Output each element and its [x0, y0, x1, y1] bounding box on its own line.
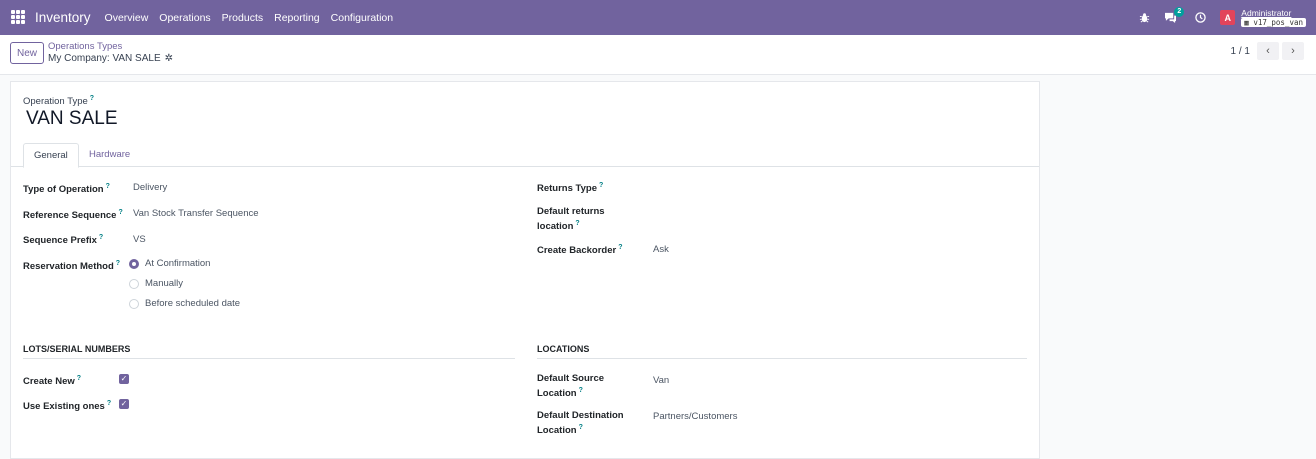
user-name: Administrator [1241, 7, 1292, 18]
tab-hardware[interactable]: Hardware [79, 143, 140, 167]
control-panel: New Operations Types My Company: VAN SAL… [0, 35, 1316, 75]
help-icon[interactable]: ? [99, 234, 103, 241]
tabs: General Hardware [11, 143, 1039, 168]
help-icon[interactable]: ? [599, 182, 603, 189]
radio-icon[interactable] [129, 298, 139, 309]
create-new-label: Create New? [23, 375, 82, 388]
create-new-checkbox[interactable]: ✓ [119, 374, 129, 384]
tab-general[interactable]: General [23, 143, 79, 168]
apps-menu-icon[interactable] [11, 10, 26, 25]
db-badge: ▦ v17_pos_van [1241, 17, 1306, 27]
help-icon[interactable]: ? [90, 95, 94, 102]
pager-value[interactable]: 1 / 1 [1231, 46, 1250, 57]
help-icon[interactable]: ? [575, 220, 579, 227]
breadcrumb-current: My Company: VAN SALE ✲ [48, 53, 174, 65]
default-source-location-value[interactable]: Van [653, 375, 669, 387]
use-existing-checkbox[interactable]: ✓ [119, 399, 129, 409]
gear-icon[interactable]: ✲ [165, 53, 173, 65]
reservation-method-label: Reservation Method? [23, 260, 121, 273]
page-title[interactable]: VAN SALE [26, 108, 118, 130]
form-sheet: Operation Type? VAN SALE General Hardwar… [10, 81, 1040, 459]
reference-sequence-value[interactable]: Van Stock Transfer Sequence [133, 208, 259, 220]
create-backorder-label: Create Backorder? [537, 244, 623, 257]
lots-section-title: LOTS/SERIAL NUMBERS [23, 344, 515, 359]
chat-badge: 2 [1174, 7, 1185, 17]
default-destination-location-value[interactable]: Partners/Customers [653, 411, 737, 423]
radio-checked-icon[interactable] [129, 258, 139, 269]
default-returns-location-label: Default returns location? [537, 206, 605, 233]
menu-reporting[interactable]: Reporting [274, 12, 320, 24]
returns-type-label: Returns Type? [537, 182, 604, 195]
chevron-right-icon[interactable]: › [1282, 42, 1304, 60]
breadcrumb: Operations Types My Company: VAN SALE ✲ [48, 41, 173, 65]
radio-before-scheduled-date[interactable]: Before scheduled date [129, 298, 240, 309]
breadcrumb-parent[interactable]: Operations Types [48, 41, 173, 53]
user-menu[interactable]: Administrator ▦ v17_pos_van [1241, 7, 1306, 27]
operation-type-label: Operation Type? [23, 95, 95, 108]
clock-icon[interactable] [1195, 12, 1207, 23]
menu-operations[interactable]: Operations [159, 12, 210, 24]
help-icon[interactable]: ? [618, 244, 622, 251]
reference-sequence-label: Reference Sequence? [23, 209, 123, 222]
help-icon[interactable]: ? [579, 387, 583, 394]
radio-icon[interactable] [129, 278, 139, 289]
chat-icon[interactable]: 2 [1164, 7, 1185, 23]
bug-icon[interactable] [1139, 12, 1150, 23]
menu-overview[interactable]: Overview [105, 12, 149, 24]
app-name[interactable]: Inventory [35, 10, 91, 25]
avatar[interactable]: A [1220, 10, 1236, 25]
help-icon[interactable]: ? [77, 375, 81, 382]
help-icon[interactable]: ? [106, 183, 110, 190]
help-icon[interactable]: ? [107, 400, 111, 407]
chevron-left-icon[interactable]: ‹ [1257, 42, 1279, 60]
help-icon[interactable]: ? [116, 260, 120, 267]
new-button[interactable]: New [10, 42, 45, 64]
create-backorder-value[interactable]: Ask [653, 244, 669, 256]
help-icon[interactable]: ? [118, 209, 122, 216]
locations-section-title: LOCATIONS [537, 344, 1027, 359]
menu-configuration[interactable]: Configuration [331, 12, 393, 24]
type-of-operation-label: Type of Operation? [23, 183, 110, 196]
help-icon[interactable]: ? [579, 424, 583, 431]
type-of-operation-value[interactable]: Delivery [133, 182, 167, 194]
menu-products[interactable]: Products [222, 12, 263, 24]
top-navbar: Inventory Overview Operations Products R… [0, 0, 1316, 35]
pager: 1 / 1 ‹ › [1231, 42, 1304, 60]
sequence-prefix-label: Sequence Prefix? [23, 234, 104, 247]
default-source-location-label: Default Source Location? [537, 373, 605, 400]
use-existing-label: Use Existing ones? [23, 400, 112, 413]
default-destination-location-label: Default Destination Location? [537, 410, 624, 437]
radio-manually[interactable]: Manually [129, 278, 183, 289]
sequence-prefix-value[interactable]: VS [133, 234, 146, 246]
radio-at-confirmation[interactable]: At Confirmation [129, 258, 210, 269]
